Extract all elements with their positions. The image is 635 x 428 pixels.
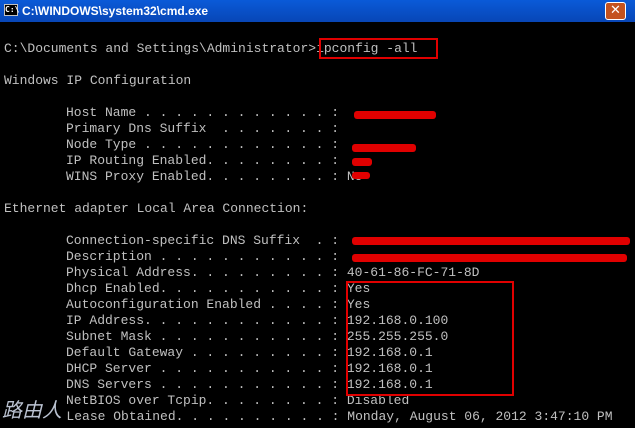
config-label: NetBIOS over Tcpip. . . . . . . . : [66, 393, 340, 408]
config-label: Node Type . . . . . . . . . . . . : [66, 137, 340, 152]
cmd-window: C:\ C:\WINDOWS\system32\cmd.exe ✕ C:\Doc… [0, 0, 635, 428]
config-label: WINS Proxy Enabled. . . . . . . . : [66, 169, 340, 184]
redaction-mark [352, 172, 370, 179]
config-row: Dhcp Enabled. . . . . . . . . . . : Yes [66, 281, 370, 297]
redaction-mark [352, 237, 630, 245]
config-label: Default Gateway . . . . . . . . . : [66, 345, 340, 360]
config-value: 40-61-86-FC-71-8D [346, 265, 480, 280]
config-value: Monday, August 06, 2012 3:47:10 PM [347, 409, 613, 424]
config-row: Description . . . . . . . . . . . : [66, 249, 347, 265]
config-label: Host Name . . . . . . . . . . . . : [66, 105, 340, 120]
config-row: Primary Dns Suffix . . . . . . . : [66, 121, 347, 137]
config-row: IP Routing Enabled. . . . . . . . : [66, 153, 347, 169]
close-button[interactable]: ✕ [605, 2, 626, 20]
config-label: Dhcp Enabled. . . . . . . . . . . : [66, 281, 340, 296]
config-row: Autoconfiguration Enabled . . . . : Yes [66, 297, 370, 313]
config-label: IP Routing Enabled. . . . . . . . : [66, 153, 340, 168]
config-row: WINS Proxy Enabled. . . . . . . . : No [66, 169, 362, 185]
adapter-section-header: Ethernet adapter Local Area Connection: [4, 201, 309, 216]
redaction-mark [352, 254, 627, 262]
command-prompt: C:\Documents and Settings\Administrator> [4, 41, 317, 56]
redaction-mark [352, 144, 416, 152]
config-row: Host Name . . . . . . . . . . . . : [66, 105, 347, 121]
config-row: Physical Address. . . . . . . . . : 40-6… [66, 265, 479, 281]
config-label: DHCP Server . . . . . . . . . . . : [66, 361, 340, 376]
config-label: IP Address. . . . . . . . . . . . : [66, 313, 340, 328]
console-output[interactable]: C:\Documents and Settings\Administrator>… [0, 22, 635, 428]
config-label: Description . . . . . . . . . . . : [66, 249, 340, 264]
config-label: Physical Address. . . . . . . . . : [66, 265, 340, 280]
watermark: 路由人 [2, 398, 62, 422]
config-row: Connection-specific DNS Suffix . : [66, 233, 347, 249]
network-settings-highlight-box [346, 281, 514, 396]
command-highlight-box [319, 38, 438, 59]
config-label: DNS Servers . . . . . . . . . . . : [66, 377, 340, 392]
cmd-icon[interactable]: C:\ [4, 4, 19, 16]
config-label: Lease Obtained. . . . . . . . . . : [66, 409, 340, 424]
config-label: Primary Dns Suffix . . . . . . . : [66, 121, 340, 136]
redaction-mark [354, 111, 436, 119]
config-label: Subnet Mask . . . . . . . . . . . : [66, 329, 340, 344]
redaction-mark [352, 158, 372, 166]
section-header: Windows IP Configuration [4, 73, 192, 88]
config-row: Lease Obtained. . . . . . . . . . : Mond… [4, 409, 613, 425]
config-row: Node Type . . . . . . . . . . . . : [66, 137, 347, 153]
config-label: Autoconfiguration Enabled . . . . : [66, 297, 340, 312]
title-bar[interactable]: C:\ C:\WINDOWS\system32\cmd.exe ✕ [0, 0, 635, 22]
config-label: Connection-specific DNS Suffix . : [66, 233, 340, 248]
window-title: C:\WINDOWS\system32\cmd.exe [22, 4, 209, 18]
